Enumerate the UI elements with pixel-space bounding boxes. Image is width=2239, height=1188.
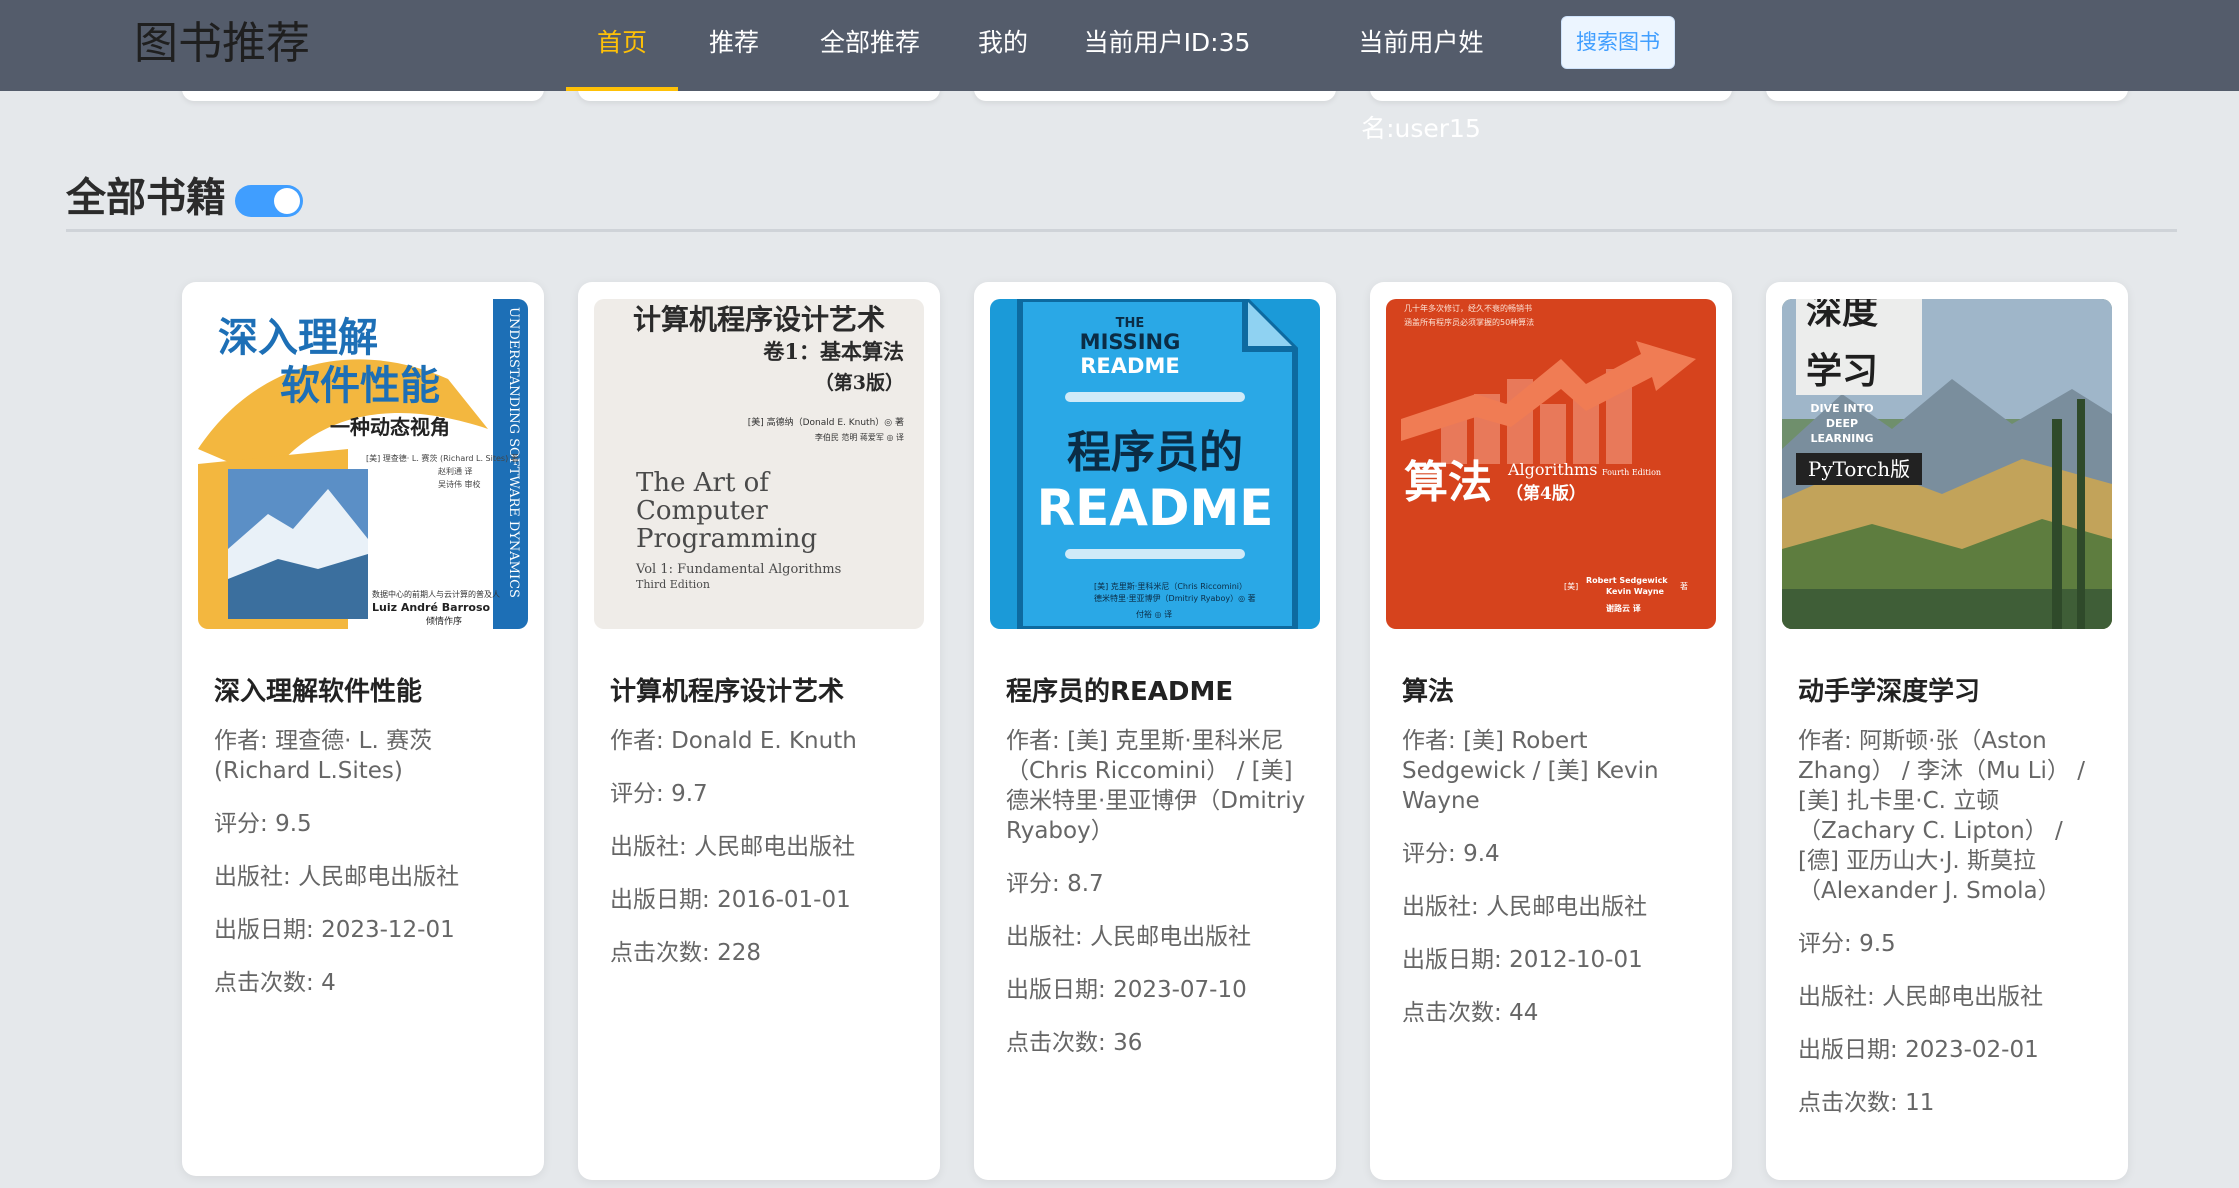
- book-click-count: 点击次数: 36: [1006, 1030, 1143, 1056]
- book-publish-date: 出版日期: 2023-07-10: [1006, 977, 1247, 1003]
- book-title[interactable]: 计算机程序设计艺术: [610, 674, 912, 710]
- cover-en-line: LEARNING: [1810, 432, 1873, 445]
- cover-en-title: The Art of: [636, 468, 771, 498]
- book-card[interactable]: UNDERSTANDING SOFTWARE DYNAMICS 深入理解 软件性…: [182, 282, 544, 1176]
- book-title[interactable]: 深入理解软件性能: [214, 674, 516, 710]
- book-publish-date: 出版日期: 2023-12-01: [214, 917, 455, 943]
- section-divider: [1176, 229, 2177, 232]
- cover-foreword: 倾情作序: [426, 615, 462, 627]
- nav-mine[interactable]: 我的: [966, 0, 1040, 91]
- book-click-count: 点击次数: 228: [610, 940, 761, 966]
- book-publish-date: 出版日期: 2023-02-01: [1798, 1037, 2039, 1063]
- nav-user-id[interactable]: 当前用户ID:35: [1082, 0, 1252, 91]
- book-title[interactable]: 程序员的README: [1006, 674, 1308, 710]
- cover-credit: 付裕 ◎ 译: [1136, 609, 1172, 619]
- cover-credit: 赵利通 译: [438, 466, 473, 476]
- book-card[interactable]: 深度 学习 DIVE INTO DEEP LEARNING PyTorch版 动…: [1766, 282, 2128, 1180]
- cover-translator: 李伯民 范明 蒋爱军 ◎ 译: [815, 432, 904, 442]
- cover-credit: [美] 克里斯·里科米尼（Chris Riccomini）: [1094, 581, 1247, 591]
- cover-spine-text: UNDERSTANDING SOFTWARE DYNAMICS: [506, 307, 521, 598]
- cover-title-line: 软件性能: [280, 363, 440, 409]
- cover-en-missing: MISSING: [1080, 330, 1181, 354]
- cover-volume: 卷1：基本算法: [763, 339, 904, 364]
- cover-top-line: 涵盖所有程序员必须掌握的50种算法: [1404, 317, 1534, 327]
- book-publisher: 出版社: 人民邮电出版社: [1006, 924, 1252, 950]
- book-title[interactable]: 算法: [1402, 674, 1704, 710]
- book-author: 作者: [美] Robert Sedgewick / [美] Kevin Way…: [1402, 728, 1659, 814]
- cover-en-edition: Third Edition: [636, 578, 710, 591]
- all-books-toggle[interactable]: [235, 185, 303, 217]
- book-publisher: 出版社: 人民邮电出版社: [1798, 984, 2044, 1010]
- site-brand[interactable]: 图书推荐: [134, 17, 310, 71]
- toggle-knob: [274, 188, 300, 214]
- book-publish-date: 出版日期: 2016-01-01: [610, 887, 851, 913]
- book-title[interactable]: 动手学深度学习: [1798, 674, 2100, 710]
- book-publisher: 出版社: 人民邮电出版社: [1402, 894, 1648, 920]
- cover-title: 计算机程序设计艺术: [633, 303, 885, 336]
- book-cover-image[interactable]: 几十年多次修订，经久不衰的畅销书 涵盖所有程序员必须掌握的50种算法 算法 Al…: [1386, 299, 1716, 629]
- cover-cn-title: 深度: [1806, 299, 1878, 332]
- book-card[interactable]: 计算机程序设计艺术 卷1：基本算法 （第3版） [美] 高德纳（Donald E…: [578, 282, 940, 1180]
- book-publisher: 出版社: 人民邮电出版社: [610, 834, 856, 860]
- cover-cn-title: 算法: [1404, 457, 1492, 508]
- cover-author-suffix: 著: [1680, 581, 1688, 591]
- book-author: 作者: 理查德· L. 赛茨(Richard L.Sites): [214, 728, 433, 784]
- cover-en-line: DEEP: [1826, 417, 1858, 430]
- book-rating: 评分: 9.5: [1798, 931, 1896, 957]
- cover-cn-title: 学习: [1806, 350, 1878, 392]
- cover-en-volume: Vol 1: Fundamental Algorithms: [635, 562, 841, 577]
- cover-credit: 德米特里·里亚博伊（Dmitriy Ryaboy）◎ 著: [1094, 593, 1256, 603]
- book-author: 作者: Donald E. Knuth: [610, 728, 857, 754]
- book-rating: 评分: 9.5: [214, 811, 312, 837]
- nav-home[interactable]: 首页: [566, 0, 678, 91]
- book-cover-image[interactable]: THE MISSING README 程序员的 README [美] 克里斯·里…: [990, 299, 1320, 629]
- cover-foreword: 数据中心的前期人与云计算的普及人: [372, 589, 500, 599]
- cover-en-title: Algorithms: [1507, 460, 1597, 479]
- book-card[interactable]: THE MISSING README 程序员的 README [美] 克里斯·里…: [974, 282, 1336, 1180]
- cover-pytorch-badge: PyTorch版: [1808, 457, 1910, 481]
- nav-user-name[interactable]: 当前用户姓名:user15: [1302, 0, 1540, 143]
- cover-en-title: Programming: [636, 524, 817, 554]
- cover-author: [美] 高德纳（Donald E. Knuth）◎ 著: [748, 416, 904, 428]
- cover-author-prefix: [美]: [1564, 581, 1578, 591]
- top-navbar: 图书推荐 首页 推荐 全部推荐 我的 当前用户ID:35 当前用户姓名:user…: [0, 0, 2239, 143]
- cover-en-line: DIVE INTO: [1810, 402, 1873, 415]
- book-click-count: 点击次数: 11: [1798, 1090, 1935, 1116]
- section-divider: [66, 229, 1176, 232]
- nav-all-recommend[interactable]: 全部推荐: [812, 0, 928, 91]
- cover-edition: （第3版）: [815, 371, 904, 394]
- nav-recommend[interactable]: 推荐: [694, 0, 774, 91]
- book-cover-image[interactable]: 深度 学习 DIVE INTO DEEP LEARNING PyTorch版: [1782, 299, 2112, 629]
- book-publish-date: 出版日期: 2012-10-01: [1402, 947, 1643, 973]
- cover-cn-title: 程序员的: [1067, 427, 1243, 478]
- book-rating: 评分: 9.7: [610, 781, 708, 807]
- book-rating: 评分: 9.4: [1402, 841, 1500, 867]
- cover-big-readme: README: [1037, 479, 1274, 537]
- cover-subtitle: 一种动态视角: [330, 415, 450, 439]
- section-title-all-books: 全部书籍: [66, 175, 226, 221]
- cover-title-line: 深入理解: [218, 315, 378, 361]
- book-cover-image[interactable]: UNDERSTANDING SOFTWARE DYNAMICS 深入理解 软件性…: [198, 299, 528, 629]
- cover-en-title: Computer: [636, 496, 768, 526]
- cover-translator: 谢路云 译: [1606, 603, 1642, 613]
- cover-edition: （第4版）: [1506, 483, 1586, 504]
- cover-en-readme: README: [1080, 354, 1179, 378]
- cover-author: Kevin Wayne: [1606, 587, 1665, 596]
- book-click-count: 点击次数: 4: [214, 970, 336, 996]
- book-click-count: 点击次数: 44: [1402, 1000, 1539, 1026]
- book-publisher: 出版社: 人民邮电出版社: [214, 864, 460, 890]
- cover-top-line: 几十年多次修订，经久不衰的畅销书: [1404, 303, 1532, 313]
- book-author: 作者: 阿斯顿·张（Aston Zhang） / 李沐（Mu Li） / [美]…: [1798, 728, 2085, 904]
- cover-foreword: Luiz André Barroso: [372, 601, 491, 614]
- book-rating: 评分: 8.7: [1006, 871, 1104, 897]
- cover-author: Robert Sedgewick: [1586, 576, 1668, 585]
- book-author: 作者: [美] 克里斯·里科米尼（Chris Riccomini） / [美] …: [1006, 728, 1306, 844]
- search-books-button[interactable]: 搜索图书: [1561, 16, 1675, 69]
- cover-en-edition: Fourth Edition: [1602, 468, 1661, 477]
- book-card[interactable]: 几十年多次修订，经久不衰的畅销书 涵盖所有程序员必须掌握的50种算法 算法 Al…: [1370, 282, 1732, 1180]
- cover-credit: 吴诗伟 审校: [438, 479, 481, 489]
- cover-en-the: THE: [1116, 316, 1145, 331]
- book-cover-image[interactable]: 计算机程序设计艺术 卷1：基本算法 （第3版） [美] 高德纳（Donald E…: [594, 299, 924, 629]
- cover-credit: [美] 理查德· L. 赛茨 (Richard L. Sites) 著: [366, 453, 519, 463]
